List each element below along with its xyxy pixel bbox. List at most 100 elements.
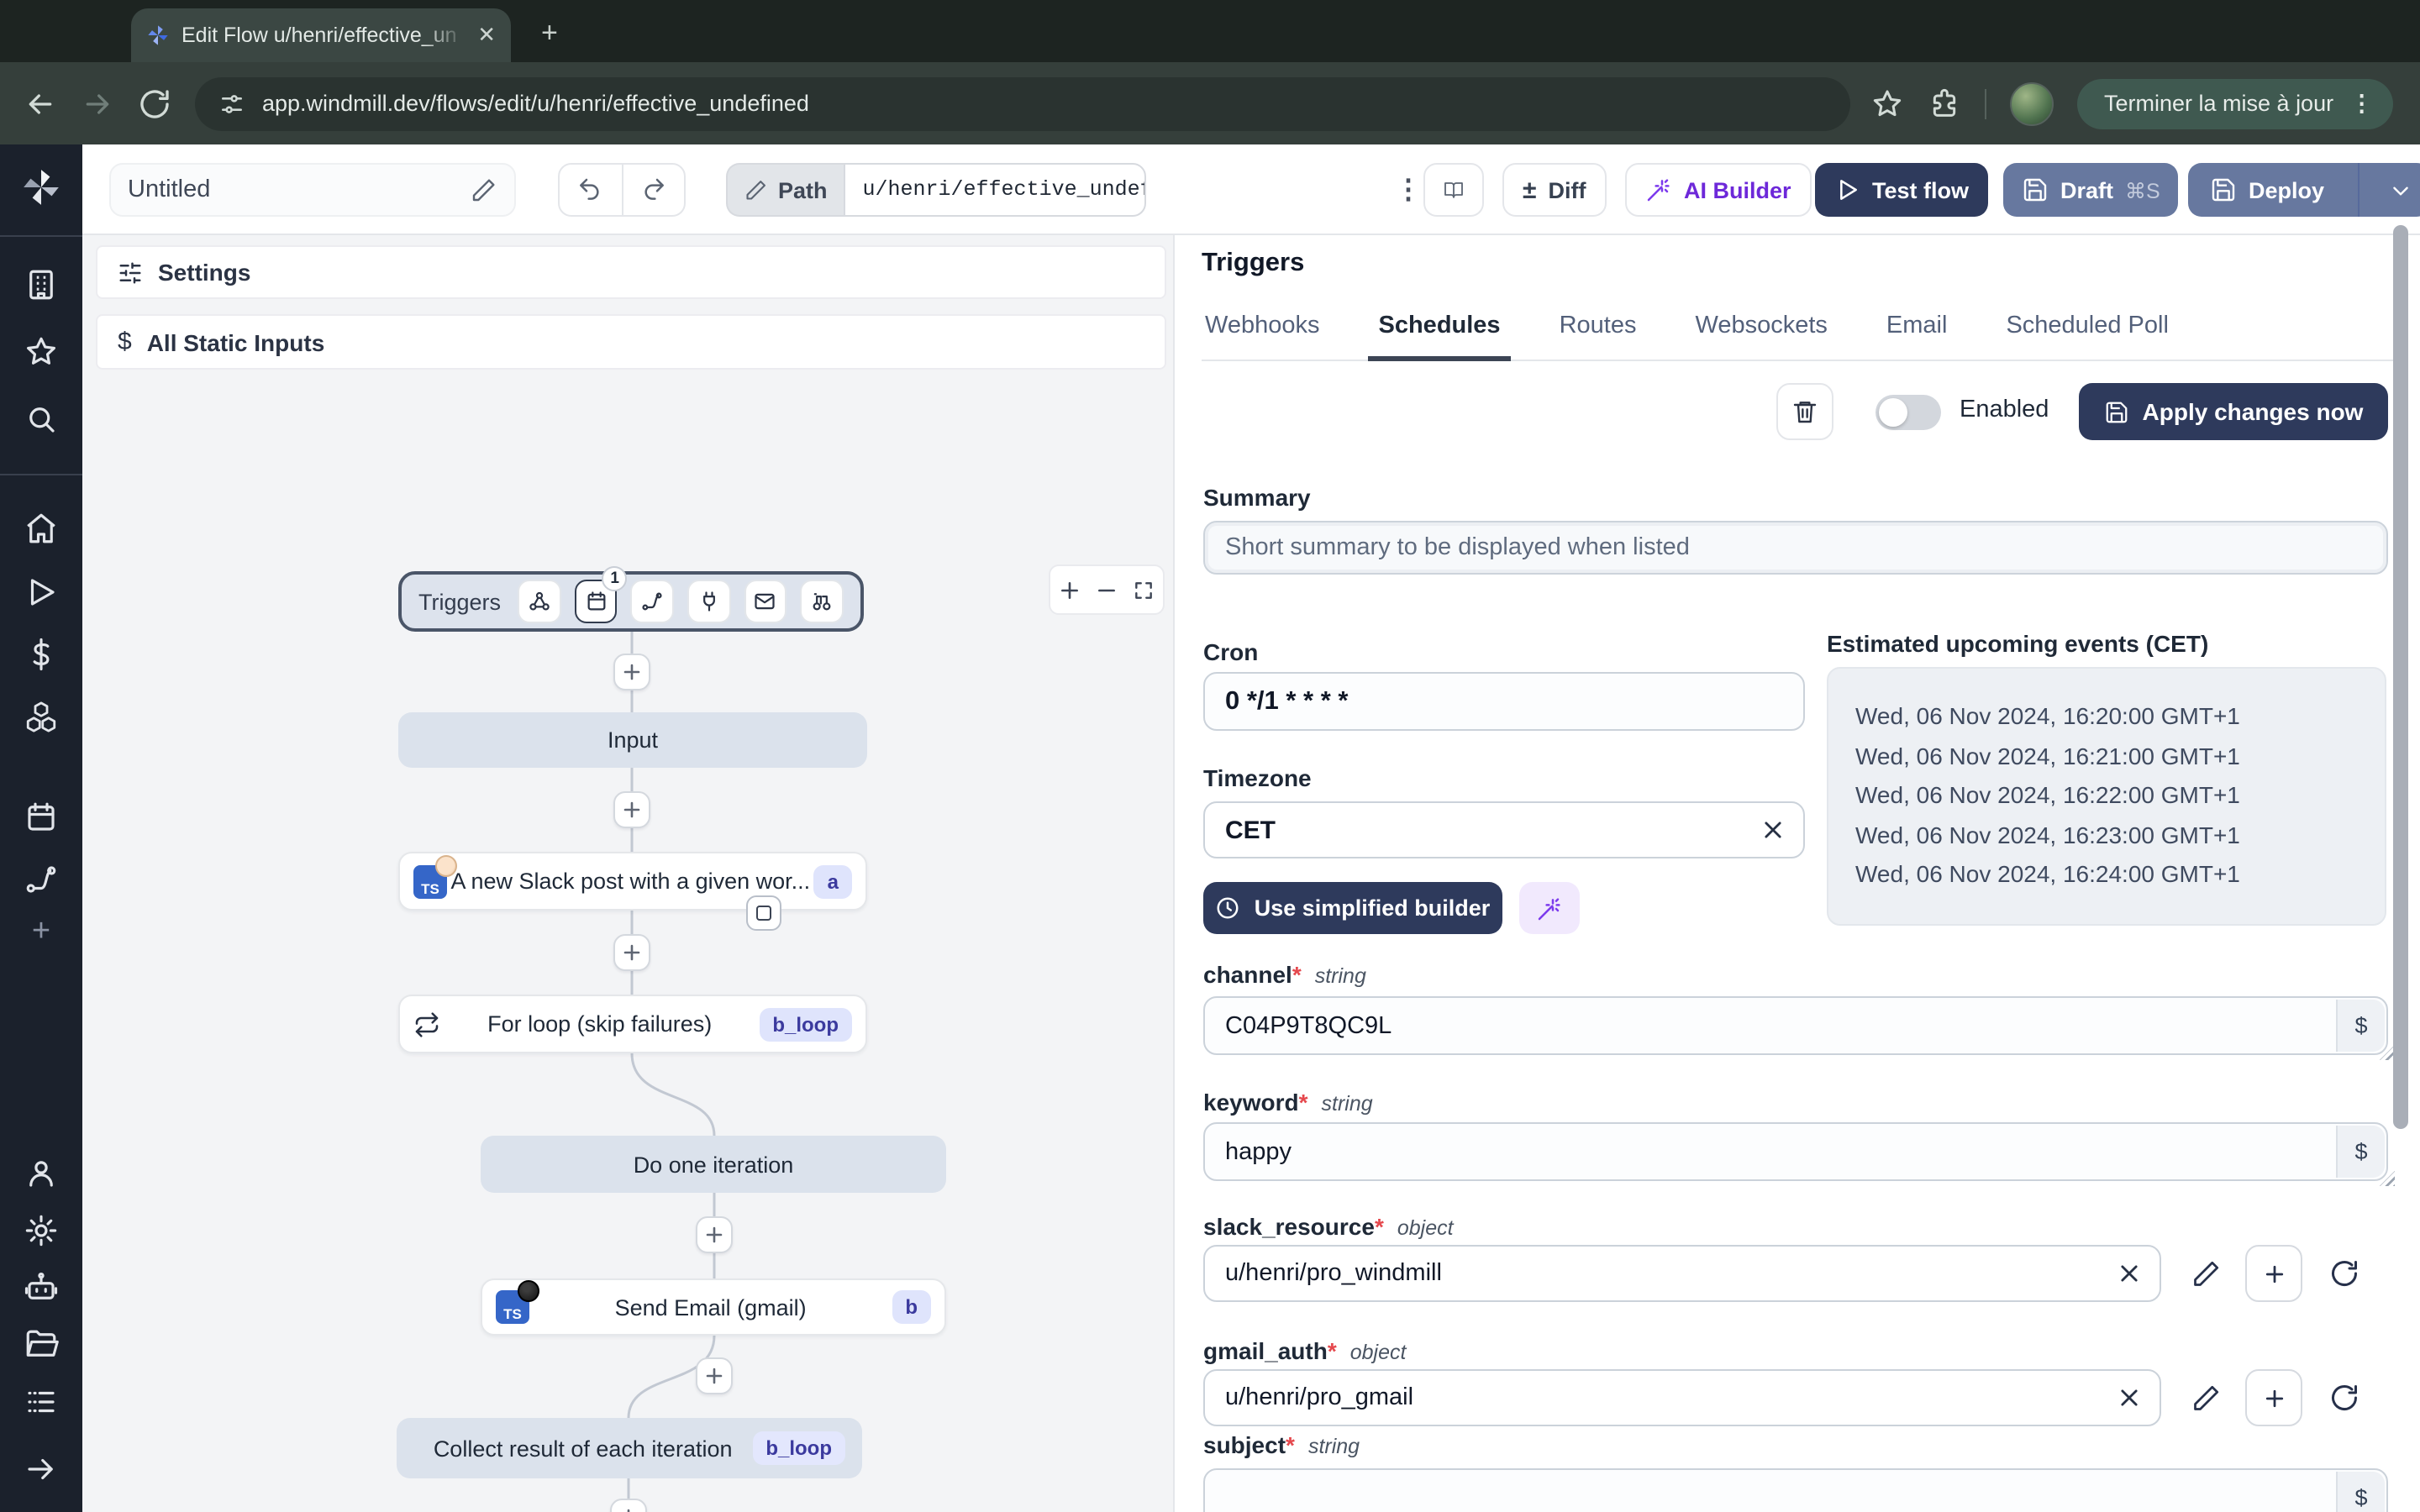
flow-name-field[interactable]: Untitled — [109, 163, 516, 217]
apply-changes-button[interactable]: Apply changes now — [2079, 383, 2388, 440]
schedules-calendar-icon[interactable] — [24, 800, 59, 835]
gmail-auth-input[interactable] — [1205, 1371, 2160, 1425]
add-step-button[interactable] — [610, 1499, 647, 1512]
back-icon[interactable] — [24, 87, 57, 120]
delete-schedule-button[interactable] — [1776, 383, 1833, 440]
clear-x-icon[interactable] — [1761, 818, 1785, 842]
zoom-in-icon[interactable] — [1058, 579, 1080, 601]
extensions-icon[interactable] — [1928, 87, 1961, 120]
forward-icon[interactable] — [81, 87, 114, 120]
all-static-inputs-row[interactable]: $ All Static Inputs — [96, 314, 1166, 370]
refresh-icon[interactable] — [2329, 1258, 2360, 1289]
tab-close-icon[interactable]: ✕ — [477, 22, 496, 49]
workspace-icon[interactable] — [24, 267, 59, 302]
webhook-trigger-chip[interactable] — [518, 580, 561, 623]
url-bar[interactable]: app.windmill.dev/flows/edit/u/henri/effe… — [195, 76, 1850, 130]
draft-button[interactable]: Draft ⌘S — [2003, 163, 2179, 217]
site-settings-icon[interactable] — [218, 90, 245, 117]
add-step-button[interactable] — [613, 654, 650, 690]
do-one-iteration-node[interactable]: Do one iteration — [481, 1136, 946, 1193]
insert-variable-button[interactable]: $ — [2336, 1126, 2385, 1178]
more-options-icon[interactable]: ⋮ — [1395, 173, 1422, 207]
update-chrome-button[interactable]: Terminer la mise à jour ⋮ — [2077, 78, 2394, 129]
undo-button[interactable] — [560, 165, 623, 215]
reload-icon[interactable] — [138, 87, 171, 120]
flow-settings-row[interactable]: Settings — [96, 245, 1166, 299]
cron-input[interactable] — [1205, 674, 1803, 729]
logs-list-icon[interactable] — [24, 1384, 59, 1420]
diff-button[interactable]: ± Diff — [1502, 163, 1607, 217]
tab-webhooks[interactable]: Webhooks — [1202, 312, 1323, 339]
redo-button[interactable] — [623, 165, 684, 215]
path-value[interactable]: u/henri/effective_undef — [844, 163, 1147, 217]
edit-resource-pencil-icon[interactable] — [2191, 1258, 2222, 1289]
add-plus-icon[interactable]: + — [24, 914, 59, 949]
ai-cron-button[interactable] — [1519, 882, 1580, 934]
vertical-scrollbar[interactable] — [2393, 225, 2408, 1129]
add-resource-button[interactable] — [2245, 1245, 2302, 1302]
tab-schedules[interactable]: Schedules — [1368, 312, 1510, 361]
runs-play-icon[interactable] — [24, 575, 59, 610]
edit-pencil-icon[interactable] — [471, 176, 497, 203]
triggers-node[interactable]: Triggers 1 — [398, 566, 864, 632]
add-step-button[interactable] — [696, 1357, 733, 1394]
forloop-node[interactable]: For loop (skip failures) b_loop — [398, 995, 867, 1053]
insert-variable-button[interactable]: $ — [2336, 1000, 2385, 1052]
home-icon[interactable] — [24, 511, 59, 546]
collapse-arrow-icon[interactable] — [24, 1452, 59, 1487]
tab-websockets[interactable]: Websockets — [1691, 312, 1830, 339]
fit-view-icon[interactable] — [1134, 579, 1155, 601]
settings-gear-icon[interactable] — [24, 1213, 59, 1248]
favorites-star-icon[interactable] — [24, 334, 59, 370]
add-step-button[interactable] — [613, 934, 650, 971]
route-trigger-chip[interactable] — [630, 580, 674, 623]
email-trigger-chip[interactable] — [744, 580, 787, 623]
browser-tab[interactable]: Edit Flow u/henri/effective_un ✕ — [131, 8, 511, 62]
channel-input[interactable] — [1205, 998, 2386, 1053]
subject-input[interactable] — [1205, 1470, 2386, 1512]
resources-cubes-icon[interactable] — [24, 699, 59, 734]
websocket-trigger-chip[interactable] — [687, 580, 731, 623]
insert-variable-button[interactable]: $ — [2336, 1472, 2385, 1512]
test-flow-button[interactable]: Test flow — [1815, 163, 1988, 217]
timezone-input[interactable] — [1205, 803, 1803, 857]
slack-resource-input[interactable] — [1205, 1247, 2160, 1300]
tab-scheduled-poll[interactable]: Scheduled Poll — [2002, 312, 2172, 339]
path-edit-button[interactable]: Path — [726, 163, 844, 217]
clear-x-icon[interactable] — [2118, 1262, 2141, 1285]
variables-dollar-icon[interactable] — [24, 637, 59, 672]
enabled-toggle[interactable] — [1876, 395, 1941, 430]
users-person-icon[interactable] — [24, 1156, 59, 1191]
collect-result-node[interactable]: Collect result of each iteration b_loop — [397, 1418, 862, 1478]
ai-builder-button[interactable]: AI Builder — [1625, 163, 1812, 217]
scheduled-poll-trigger-chip[interactable] — [800, 580, 844, 623]
docs-book-button[interactable] — [1423, 163, 1484, 217]
deploy-dropdown-button[interactable] — [2371, 163, 2420, 217]
edit-resource-pencil-icon[interactable] — [2191, 1383, 2222, 1413]
routes-icon[interactable] — [24, 862, 59, 897]
chrome-menu-icon[interactable]: ⋮ — [2350, 90, 2373, 117]
workers-robot-icon[interactable] — [24, 1270, 59, 1305]
slack-step-node[interactable]: TS A new Slack post with a given wor... … — [398, 852, 867, 911]
profile-avatar[interactable] — [2010, 81, 2054, 125]
keyword-input[interactable] — [1205, 1124, 2386, 1179]
windmill-logo[interactable] — [20, 166, 62, 208]
input-node[interactable]: Input — [398, 712, 867, 768]
clear-x-icon[interactable] — [2118, 1386, 2141, 1410]
module-action-button[interactable] — [746, 895, 781, 931]
refresh-icon[interactable] — [2329, 1383, 2360, 1413]
summary-input[interactable] — [1205, 522, 2386, 573]
bookmark-star-icon[interactable] — [1870, 87, 1904, 120]
add-step-button[interactable] — [696, 1216, 733, 1253]
zoom-out-icon[interactable] — [1096, 579, 1118, 601]
new-tab-button[interactable]: + — [541, 17, 558, 50]
simplified-builder-button[interactable]: Use simplified builder — [1203, 882, 1502, 934]
add-resource-button[interactable] — [2245, 1369, 2302, 1426]
add-step-button[interactable] — [613, 791, 650, 828]
search-icon[interactable] — [24, 402, 59, 437]
send-email-node[interactable]: TS Send Email (gmail) b — [481, 1278, 946, 1336]
schedule-trigger-chip[interactable]: 1 — [574, 566, 628, 623]
deploy-button[interactable]: Deploy — [2188, 163, 2346, 217]
tab-email[interactable]: Email — [1883, 312, 1951, 339]
folders-icon[interactable] — [24, 1327, 59, 1362]
